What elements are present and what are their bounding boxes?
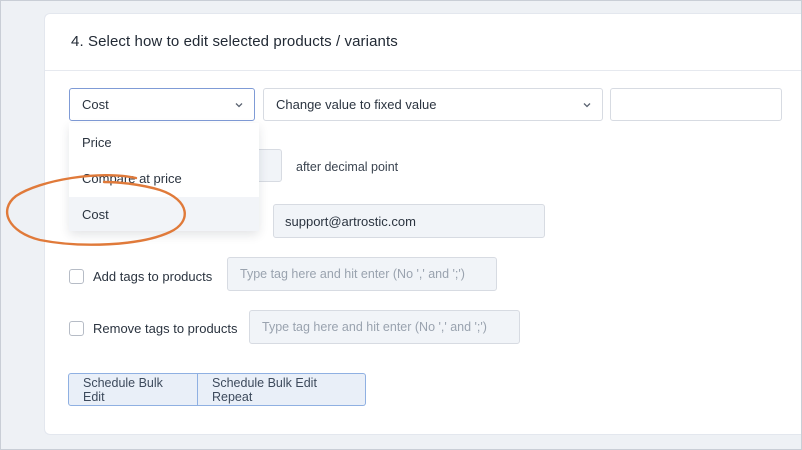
schedule-button-group: Schedule Bulk Edit Schedule Bulk Edit Re… — [68, 373, 366, 406]
decimal-suffix-label: after decimal point — [296, 160, 399, 174]
section-title: 4. Select how to edit selected products … — [71, 33, 398, 50]
remove-tags-input[interactable]: Type tag here and hit enter (No ',' and … — [249, 310, 520, 344]
action-select[interactable]: Change value to fixed value — [263, 88, 603, 121]
option-price[interactable]: Price — [69, 125, 259, 159]
option-compare-at-price[interactable]: Compare at price — [69, 161, 259, 195]
remove-tags-label: Remove tags to products — [93, 321, 238, 336]
remove-tags-checkbox[interactable] — [69, 321, 84, 336]
action-select-value: Change value to fixed value — [276, 97, 437, 112]
chevron-down-icon — [234, 100, 244, 110]
email-input[interactable]: support@artrostic.com — [273, 204, 545, 238]
field-select-dropdown: Price Compare at price Cost — [69, 123, 259, 231]
value-input[interactable] — [610, 88, 782, 121]
chevron-down-icon — [582, 100, 592, 110]
add-tags-label: Add tags to products — [93, 269, 213, 284]
add-tags-input[interactable]: Type tag here and hit enter (No ',' and … — [227, 257, 497, 291]
schedule-bulk-edit-repeat-button[interactable]: Schedule Bulk Edit Repeat — [198, 373, 366, 406]
field-select[interactable]: Cost — [69, 88, 255, 121]
option-cost[interactable]: Cost — [69, 197, 259, 231]
add-tags-checkbox[interactable] — [69, 269, 84, 284]
section-divider — [45, 70, 802, 71]
schedule-bulk-edit-button[interactable]: Schedule Bulk Edit — [68, 373, 198, 406]
field-select-value: Cost — [82, 97, 109, 112]
